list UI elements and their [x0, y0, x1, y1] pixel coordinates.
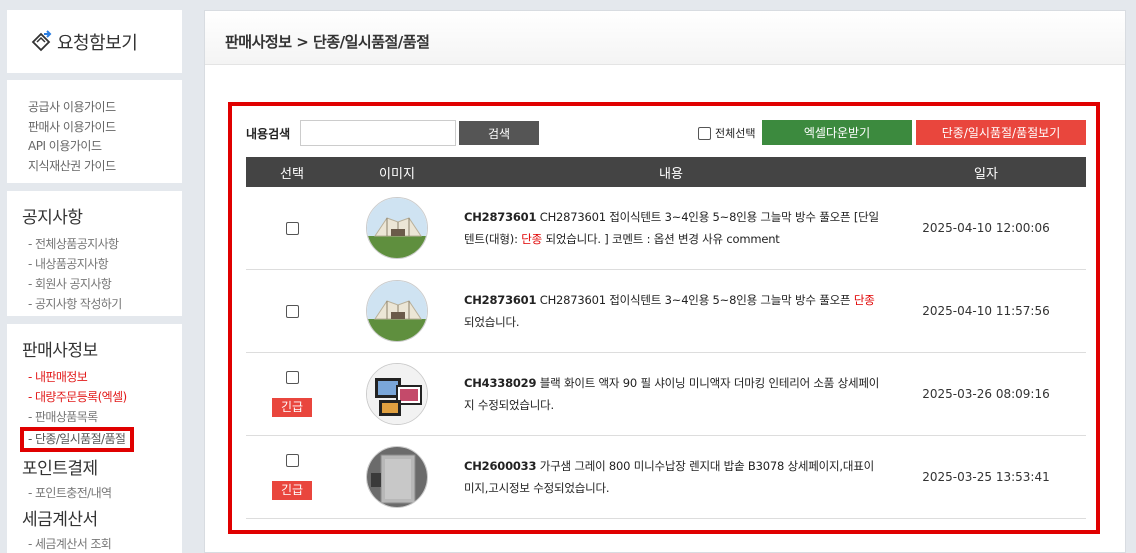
table-row: 긴급 CH2600033 가구샘 그레이 800 미니수납장 렌지대 밥솥 B3…	[246, 436, 1086, 519]
frame-image[interactable]	[366, 363, 428, 425]
highlight-frame: 내용검색 검색 전체선택 엑셀다운받기 단종/일시품절/품절보기 선택 이미지 …	[228, 102, 1100, 534]
product-code: CH2873601	[464, 293, 537, 307]
status-text: 단종	[853, 293, 875, 307]
select-all-label: 전체선택	[715, 127, 756, 140]
row-checkbox[interactable]	[285, 304, 299, 318]
notice-link-write[interactable]: - 공지사항 작성하기	[22, 294, 182, 314]
content-text-after: 되었습니다.	[464, 315, 520, 329]
row-image-cell	[338, 197, 456, 259]
point-link-charge[interactable]: - 포인트충전/내역	[22, 483, 182, 503]
seller-link-bulk-order[interactable]: - 대량주문등록(엑셀)	[22, 387, 182, 407]
notice-link-all[interactable]: - 전체상품공지사항	[22, 234, 182, 254]
search-button[interactable]: 검색	[459, 121, 539, 145]
col-date: 일자	[974, 166, 998, 182]
guide-links: 공급사 이용가이드 판매사 이용가이드 API 이용가이드 지식재산권 가이드	[7, 80, 182, 183]
row-content: CH4338029 블랙 화이트 액자 90 필 샤이닝 미니액자 더마킹 인테…	[456, 372, 886, 416]
col-select: 선택	[280, 166, 304, 182]
col-image: 이미지	[379, 166, 415, 182]
table-row: 긴급 CH4338029 블랙 화이트 액자 90 필 샤이닝 미니액자 더마킹…	[246, 353, 1086, 436]
seller-link-product-list[interactable]: - 판매상품목록	[22, 407, 182, 427]
col-content: 내용	[659, 166, 683, 182]
select-all[interactable]: 전체선택	[698, 125, 755, 141]
product-code: CH2873601	[464, 210, 537, 224]
point-title: 포인트결제	[22, 459, 98, 479]
seller-link-my-info[interactable]: - 내판매정보	[22, 367, 182, 387]
urgent-badge: 긴급	[272, 481, 312, 500]
row-select-cell	[246, 221, 338, 235]
row-select-cell: 긴급	[246, 454, 338, 500]
discontinued-view-button[interactable]: 단종/일시품절/품절보기	[916, 120, 1086, 145]
row-checkbox[interactable]	[285, 221, 299, 235]
breadcrumb: 판매사정보 > 단종/일시품절/품절	[205, 11, 1125, 65]
row-select-cell	[246, 304, 338, 318]
row-select-cell: 긴급	[246, 371, 338, 417]
content-text-after: 되었습니다. ] 코멘트 : 옵션 변경 사유 comment	[542, 232, 780, 246]
notice-title: 공지사항	[22, 208, 83, 228]
tax-link-view[interactable]: - 세금계산서 조회	[22, 534, 182, 553]
product-code: CH2600033	[464, 459, 537, 473]
seller-section: 판매사정보 - 내판매정보 - 대량주문등록(엑셀) - 판매상품목록 - 단종…	[7, 324, 182, 553]
guide-link-seller[interactable]: 판매사 이용가이드	[28, 118, 182, 138]
notice-section: 공지사항 - 전체상품공지사항 - 내상품공지사항 - 회원사 공지사항 - 공…	[7, 191, 182, 316]
logo-text: 요청함보기	[57, 32, 138, 54]
row-content: CH2873601 CH2873601 접이식텐트 3~4인용 5~8인용 그늘…	[456, 289, 886, 333]
guide-link-ip[interactable]: 지식재산권 가이드	[28, 157, 182, 177]
inbox-icon	[31, 29, 52, 51]
seller-link-discontinued[interactable]: - 단종/일시품절/품절	[20, 427, 135, 452]
cabinet-image[interactable]	[366, 446, 428, 508]
table-row: CH2873601 CH2873601 접이식텐트 3~4인용 5~8인용 그늘…	[246, 187, 1086, 270]
select-all-checkbox[interactable]	[698, 126, 711, 140]
result-table: 선택 이미지 내용 일자 CH2873601 CH2873601 접이식텐트 3…	[246, 157, 1086, 519]
main-panel: 판매사정보 > 단종/일시품절/품절 내용검색 검색 전체선택 엑셀다운받기 단…	[204, 10, 1126, 553]
product-code: CH4338029	[464, 376, 537, 390]
row-date: 2025-04-10 11:57:56	[922, 304, 1050, 318]
guide-link-api[interactable]: API 이용가이드	[28, 137, 182, 157]
content-text: CH2873601 접이식텐트 3~4인용 5~8인용 그늘막 방수 풀오픈	[536, 293, 854, 307]
row-date: 2025-03-25 13:53:41	[922, 470, 1050, 484]
row-image-cell	[338, 280, 456, 342]
row-content: CH2873601 CH2873601 접이식텐트 3~4인용 5~8인용 그늘…	[456, 206, 886, 250]
search-input[interactable]	[300, 120, 456, 146]
row-checkbox[interactable]	[285, 371, 299, 384]
row-checkbox[interactable]	[285, 454, 299, 467]
guide-link-supplier[interactable]: 공급사 이용가이드	[28, 98, 182, 118]
sidebar-logo-box[interactable]: 요청함보기	[7, 10, 182, 73]
tent-image[interactable]	[366, 197, 428, 259]
toolbar: 내용검색 검색 전체선택 엑셀다운받기 단종/일시품절/품절보기	[246, 120, 1086, 146]
seller-title: 판매사정보	[22, 341, 98, 361]
row-content: CH2600033 가구샘 그레이 800 미니수납장 렌지대 밥솥 B3078…	[456, 455, 886, 499]
tax-title: 세금계산서	[22, 510, 98, 530]
table-row: CH2873601 CH2873601 접이식텐트 3~4인용 5~8인용 그늘…	[246, 270, 1086, 353]
urgent-badge: 긴급	[272, 398, 312, 417]
tent-image[interactable]	[366, 280, 428, 342]
row-image-cell	[338, 446, 456, 508]
notice-link-members[interactable]: - 회원사 공지사항	[22, 274, 182, 294]
search-label: 내용검색	[246, 127, 291, 141]
row-image-cell	[338, 363, 456, 425]
table-header: 선택 이미지 내용 일자	[246, 157, 1086, 187]
row-date: 2025-03-26 08:09:16	[922, 387, 1050, 401]
excel-download-button[interactable]: 엑셀다운받기	[762, 120, 912, 145]
status-text: 단종	[521, 232, 542, 246]
row-date: 2025-04-10 12:00:06	[922, 221, 1050, 235]
notice-link-my-products[interactable]: - 내상품공지사항	[22, 254, 182, 274]
